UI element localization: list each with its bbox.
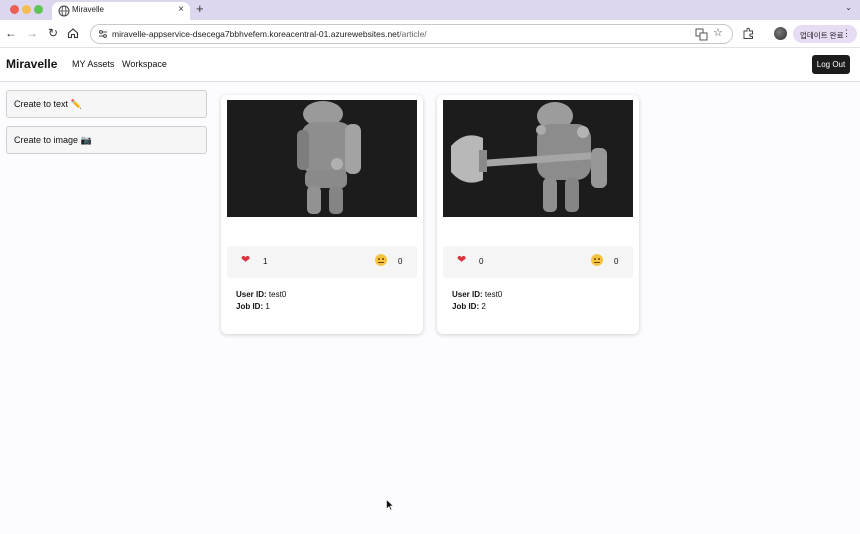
user-id-value: test0: [268, 290, 287, 299]
nav-my-assets[interactable]: MY Assets: [72, 59, 114, 69]
dislike-count: 0: [614, 257, 619, 266]
app-content: Miravelle MY Assets Workspace Log Out Cr…: [0, 48, 860, 534]
job-id-line: Job ID: 1: [236, 302, 270, 311]
browser-tab[interactable]: Miravelle ×: [52, 2, 190, 20]
chevron-down-icon[interactable]: ⌄: [845, 3, 852, 12]
maximize-window-button[interactable]: [34, 5, 43, 14]
job-id-line: Job ID: 2: [452, 302, 486, 311]
back-icon[interactable]: ←: [4, 26, 18, 40]
extensions-icon[interactable]: [742, 27, 755, 40]
nav-workspace[interactable]: Workspace: [122, 59, 167, 69]
app-navbar: Miravelle MY Assets Workspace Log Out: [0, 48, 860, 82]
url-path: /article/: [399, 29, 427, 39]
update-button[interactable]: 업데이트 완료 ⋮: [793, 25, 857, 43]
brand-logo[interactable]: Miravelle: [6, 57, 57, 71]
user-id-line: User ID: test0: [452, 290, 502, 299]
create-to-image-button[interactable]: Create to image 📷: [6, 126, 207, 154]
globe-icon: [58, 5, 70, 17]
user-id-label: User ID:: [236, 290, 267, 299]
tab-title: Miravelle: [72, 5, 105, 14]
minimize-window-button[interactable]: [22, 5, 31, 14]
browser-tab-bar: Miravelle × + ⌄: [0, 0, 860, 20]
sad-face-icon[interactable]: [375, 254, 387, 266]
browser-toolbar: ← → ↻ miravelle-appservice-dsecega7bbhve…: [0, 20, 860, 48]
asset-card[interactable]: ❤ 1 0 User ID: test0 Job ID: 1: [221, 95, 423, 334]
translate-icon[interactable]: [695, 28, 708, 41]
job-id-label: Job ID:: [452, 302, 480, 311]
job-id-label: Job ID:: [236, 302, 264, 311]
heart-icon[interactable]: ❤: [457, 253, 466, 266]
like-count: 0: [479, 257, 484, 266]
plus-icon[interactable]: +: [196, 1, 204, 16]
user-id-line: User ID: test0: [236, 290, 286, 299]
job-id-value: 2: [481, 302, 486, 311]
model-render-image: [227, 100, 417, 217]
url-host: miravelle-appservice-dsecega7bbhvefem.ko…: [112, 29, 400, 39]
asset-card[interactable]: ❤ 0 0 User ID: test0 Job ID: 2: [437, 95, 639, 334]
star-icon[interactable]: ☆: [713, 26, 723, 39]
home-icon[interactable]: [67, 27, 79, 39]
reactions-bar: ❤ 0 0: [443, 246, 633, 278]
job-id-value: 1: [265, 302, 270, 311]
model-thumbnail[interactable]: [443, 100, 633, 217]
dislike-count: 0: [398, 257, 403, 266]
user-id-value: test0: [484, 290, 503, 299]
mouse-cursor-icon: [386, 499, 394, 511]
heart-icon[interactable]: ❤: [241, 253, 250, 266]
user-id-label: User ID:: [452, 290, 483, 299]
model-thumbnail[interactable]: [227, 100, 417, 217]
more-menu-icon[interactable]: ⋮: [842, 28, 851, 39]
reactions-bar: ❤ 1 0: [227, 246, 417, 278]
close-icon[interactable]: ×: [178, 4, 184, 15]
model-render-image: [443, 100, 633, 217]
create-to-text-button[interactable]: Create to text ✏️: [6, 90, 207, 118]
forward-icon[interactable]: →: [25, 26, 39, 40]
sad-face-icon[interactable]: [591, 254, 603, 266]
url-text[interactable]: miravelle-appservice-dsecega7bbhvefem.ko…: [112, 29, 427, 39]
avatar[interactable]: [774, 27, 787, 40]
like-count: 1: [263, 257, 268, 266]
update-label: 업데이트 완료: [800, 31, 844, 40]
reload-icon[interactable]: ↻: [46, 26, 60, 40]
logout-button[interactable]: Log Out: [812, 55, 850, 74]
tune-icon[interactable]: [97, 28, 109, 40]
address-bar[interactable]: miravelle-appservice-dsecega7bbhvefem.ko…: [90, 24, 733, 44]
close-window-button[interactable]: [10, 5, 19, 14]
